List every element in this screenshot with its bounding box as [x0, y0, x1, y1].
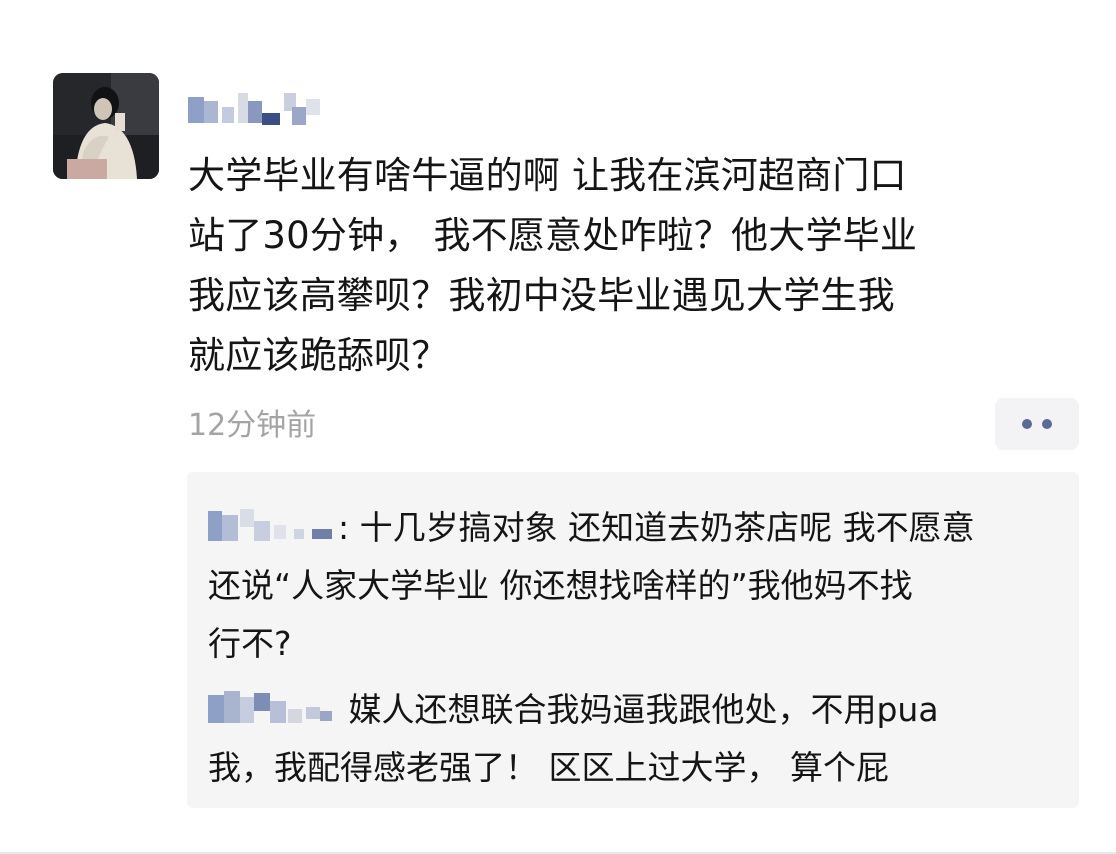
comment-first-line: 媒人还想联合我妈逼我跟他处，不用pua	[208, 681, 1068, 739]
blurred-username[interactable]	[188, 87, 323, 127]
comment-first-line: : 十几岁搞对象 还知道去奶茶店呢 我不愿意	[208, 499, 1068, 557]
post-text-line: 就应该跪舔呗？	[188, 334, 449, 377]
comments-panel: : 十几岁搞对象 还知道去奶茶店呢 我不愿意 还说“人家大学毕业 你还想找啥样的…	[187, 472, 1079, 808]
blurred-commenter-name[interactable]	[208, 505, 338, 545]
post-timestamp: 12分钟前	[188, 408, 317, 443]
more-actions-button[interactable]	[995, 398, 1079, 450]
comment-text-line: 还说“人家大学毕业 你还想找啥样的”我他妈不找	[208, 566, 913, 605]
post-text-line: 我应该高攀呗？我初中没毕业遇见大学生我	[188, 274, 895, 317]
comment-separator: :	[338, 508, 350, 547]
post-text: 大学毕业有啥牛逼的啊 让我在滨河超商门口 站了30分钟， 我不愿意处咋啦？他大学…	[188, 146, 1068, 386]
comment-item[interactable]: : 十几岁搞对象 还知道去奶茶店呢 我不愿意 还说“人家大学毕业 你还想找啥样的…	[208, 499, 1068, 673]
comment-text: 媒人还想联合我妈逼我跟他处，不用pua	[338, 690, 939, 729]
comment-text-line: 行不?	[208, 624, 292, 663]
blurred-commenter-name[interactable]	[208, 687, 338, 727]
post-text-line: 站了30分钟， 我不愿意处咋啦？他大学毕业	[188, 214, 918, 257]
avatar[interactable]	[53, 73, 159, 179]
comment-text-line: 我，我配得感老强了！ 区区上过大学， 算个屁	[208, 748, 889, 787]
comment-text: 十几岁搞对象 还知道去奶茶店呢 我不愿意	[349, 508, 975, 547]
ellipsis-icon	[1022, 419, 1032, 429]
ellipsis-icon	[1042, 419, 1052, 429]
post-text-line: 大学毕业有啥牛逼的啊 让我在滨河超商门口	[188, 154, 907, 197]
moment-post: 大学毕业有啥牛逼的啊 让我在滨河超商门口 站了30分钟， 我不愿意处咋啦？他大学…	[0, 0, 1116, 854]
avatar-photo-icon	[53, 73, 159, 179]
comment-item[interactable]: 媒人还想联合我妈逼我跟他处，不用pua 我，我配得感老强了！ 区区上过大学， 算…	[208, 681, 1068, 797]
